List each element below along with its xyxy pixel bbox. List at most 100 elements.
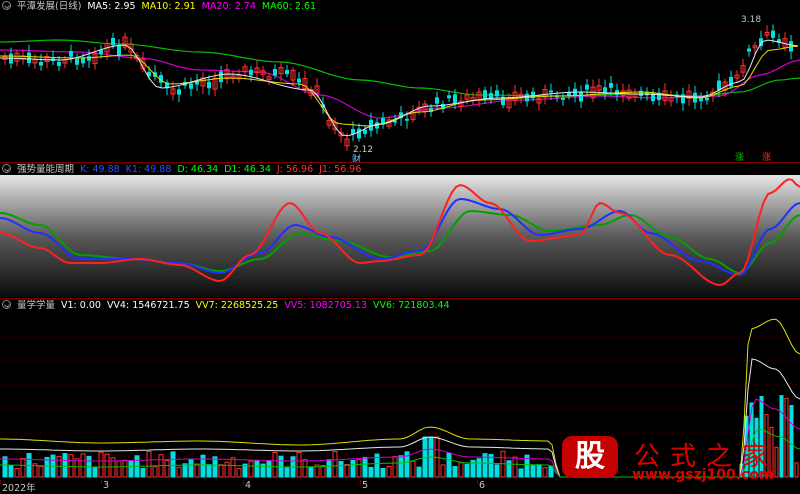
volume-bar (494, 464, 500, 478)
volume-bar (542, 467, 548, 478)
ma-indicator-2: MA20: 2.74 (201, 1, 256, 12)
candle-body (609, 82, 613, 88)
ma20-line (0, 49, 800, 119)
ma-indicator-list: MA5: 2.95 MA10: 2.91 MA20: 2.74 MA60: 2.61 (87, 1, 322, 12)
volume-bar (398, 455, 404, 478)
candle-body (447, 95, 451, 99)
kdj-indicator-0: K: 49.88 (80, 164, 120, 175)
candle-body (39, 61, 43, 66)
panel-menu-icon[interactable] (2, 1, 11, 10)
volume-bar (536, 464, 542, 478)
volume-bar (446, 452, 452, 478)
kdj-indicator-list: K: 49.88 K1: 49.88 D: 46.34 D1: 46.34 J: 56.… (80, 164, 367, 175)
kdj-chart-svg (0, 175, 800, 297)
candle-body (207, 81, 211, 89)
candle-body (549, 90, 553, 93)
candle-body (297, 78, 301, 83)
candle-body (579, 91, 583, 102)
candle-body (117, 45, 121, 56)
volume-bar (20, 458, 26, 478)
watermark-url: www.gszj100.com (632, 467, 774, 483)
volume-bar (320, 464, 326, 478)
volume-bar (476, 458, 482, 478)
volume-bar (68, 454, 74, 478)
volume-bar (8, 465, 14, 478)
volume-bar (248, 460, 254, 478)
kdj-indicator-panel[interactable]: 强势量能周期 K: 49.88 K1: 49.88 D: 46.34 D1: 46.34… (0, 163, 800, 298)
vol-indicator-2: VV7: 2268525.25 (195, 300, 279, 311)
volume-bar (380, 467, 386, 478)
volume-bar (338, 460, 344, 478)
volume-bar (350, 459, 356, 478)
volume-bar (302, 459, 308, 478)
candle-body (603, 87, 607, 93)
panel-menu-icon[interactable] (2, 300, 11, 309)
candle-body (87, 56, 91, 61)
high-price-label: 3.18 (741, 15, 762, 25)
candle-body (483, 90, 487, 99)
volume-indicator-list: V1: 0.00 VV4: 1546721.75 VV7: 2268525.25 VV… (61, 300, 456, 311)
volume-bar (794, 462, 799, 478)
candle-body (453, 94, 457, 104)
volume-bar (548, 465, 554, 478)
kdj-panel-header: 强势量能周期 K: 49.88 K1: 49.88 D: 46.34 D1: 46.34… (2, 163, 373, 176)
volume-bar (2, 456, 8, 478)
candle-body (561, 97, 565, 100)
candle-body (273, 68, 277, 76)
volume-bar (518, 468, 524, 478)
volume-bar (284, 467, 290, 478)
ma-indicator-1: MA10: 2.91 (141, 1, 196, 12)
candle-body (57, 61, 61, 66)
volume-bar (224, 461, 230, 478)
candle-body (771, 30, 775, 38)
kdj-indicator-1: K1: 49.88 (125, 164, 172, 175)
kdj-indicator-4: J: 56.96 (276, 164, 314, 175)
volume-bar (332, 451, 338, 478)
volume-bar (140, 467, 146, 478)
site-watermark-logo: 股 公式之家 www.gszj100.com (558, 434, 794, 486)
volume-bar (266, 459, 272, 478)
volume-bar (98, 451, 104, 478)
candle-body (495, 90, 499, 97)
ma-indicator-0: MA5: 2.95 (87, 1, 136, 12)
volume-bar (170, 451, 176, 478)
volume-bar (92, 466, 98, 478)
volume-bar (506, 460, 512, 478)
candle-body (27, 52, 31, 63)
volume-bar (128, 460, 134, 478)
volume-bar (74, 458, 80, 478)
candle-body (69, 50, 73, 57)
candle-body (699, 98, 703, 102)
candle-body (111, 37, 115, 46)
volume-bar (272, 452, 278, 478)
kdj-title: 强势量能周期 (17, 164, 75, 175)
low-tag-label: 财 (352, 155, 362, 162)
candle-body (75, 58, 79, 65)
kdj-indicator-2: D: 46.34 (177, 164, 219, 175)
candle-body (435, 97, 439, 104)
candle-body (177, 89, 181, 95)
candle-body (747, 48, 751, 52)
panel-menu-icon[interactable] (2, 164, 11, 173)
date-label-june: 6 (479, 480, 486, 491)
candle-body (405, 118, 409, 121)
date-label-april: 4 (245, 480, 252, 491)
candle-body (249, 69, 253, 76)
volume-bar (458, 462, 464, 478)
ma-indicator-3: MA60: 2.61 (261, 1, 317, 12)
kdj-indicator-3: D1: 46.34 (224, 164, 271, 175)
volume-bar (188, 458, 194, 478)
volume-bar (254, 459, 260, 478)
volume-bar (296, 452, 302, 478)
candle-body (705, 97, 709, 101)
volume-bar (116, 460, 122, 478)
volume-bar (194, 463, 200, 478)
volume-bar (38, 465, 44, 478)
volume-bar (326, 459, 332, 478)
candle-body (363, 129, 367, 134)
price-panel-header: 平潭发展(日线) MA5: 2.95 MA10: 2.91 MA20: 2.74 MA6… (2, 0, 328, 13)
kdj-indicator-5: J1: 56.96 (319, 164, 362, 175)
vol-indicator-4: VV6: 721803.44 (373, 300, 450, 311)
volume-bar (206, 464, 212, 478)
price-chart-panel[interactable]: 平潭发展(日线) MA5: 2.95 MA10: 2.91 MA20: 2.74 MA6… (0, 0, 800, 162)
